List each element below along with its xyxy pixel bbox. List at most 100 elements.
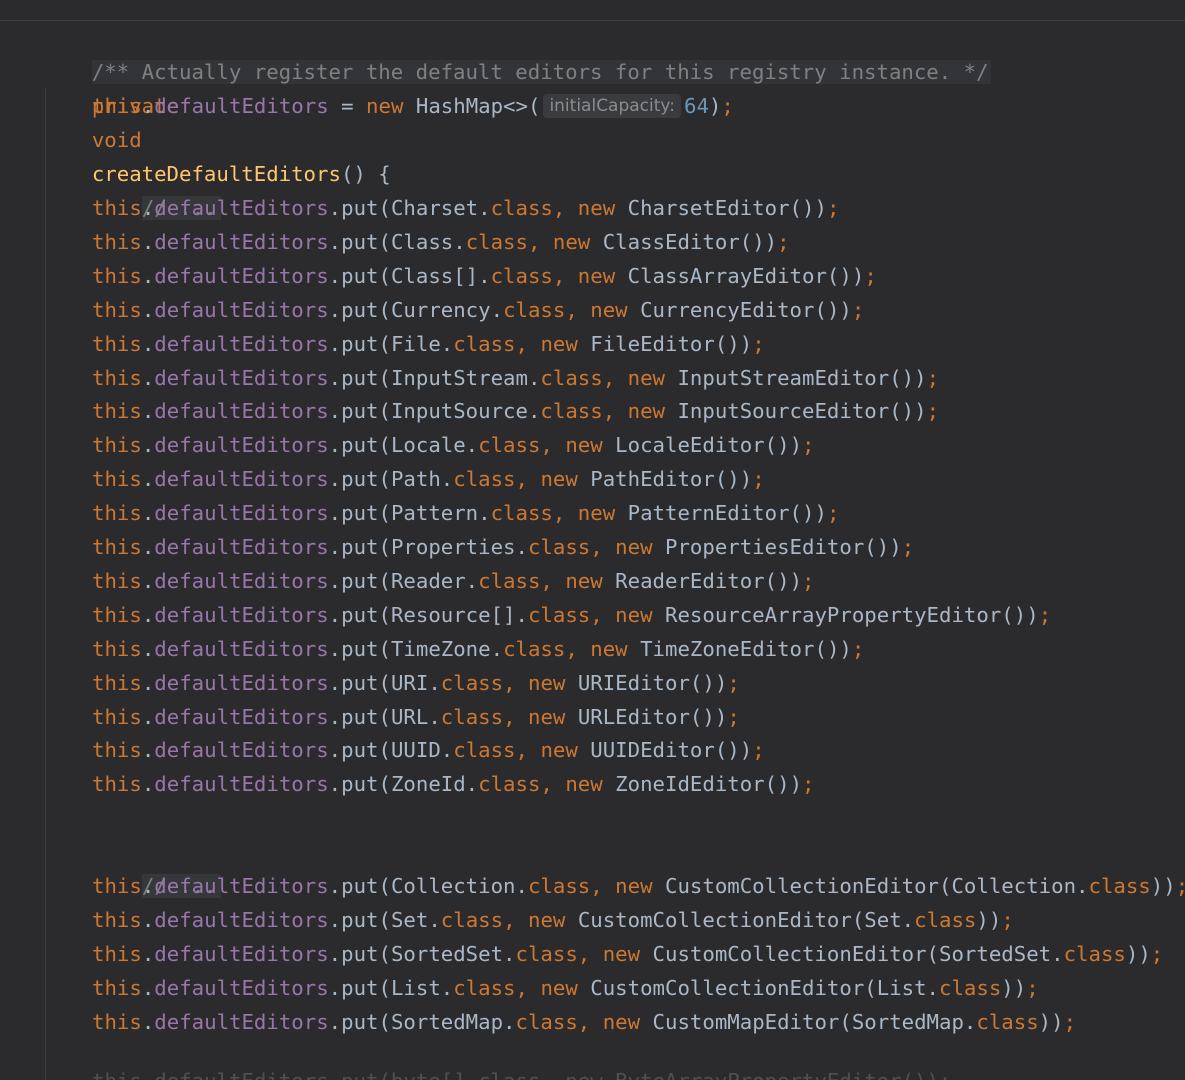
put-statement-line[interactable]: this.defaultEditors.put(Pattern.class, n… xyxy=(92,496,839,530)
comma: , xyxy=(602,365,628,390)
put-statement-line[interactable]: this.defaultEditors.put(Charset.class, n… xyxy=(92,191,839,225)
editor-constructor: LocaleEditor xyxy=(602,433,765,458)
put-call: .put( xyxy=(328,535,391,559)
put-statement-line[interactable]: this.defaultEditors.put(URI.class, new U… xyxy=(92,666,740,700)
this-keyword: this xyxy=(92,704,142,729)
editor-constructor: UUIDEditor xyxy=(577,738,715,763)
statement-end: ()); xyxy=(714,738,765,763)
put-call: .put( xyxy=(328,1009,391,1034)
comma: , xyxy=(590,602,616,627)
statement-end: )); xyxy=(1125,941,1164,966)
put-call: .put( xyxy=(328,297,391,322)
put-call: .put( xyxy=(328,501,391,526)
field-name: defaultEditors xyxy=(154,874,329,898)
this-keyword: this xyxy=(92,94,142,118)
dot: . xyxy=(141,297,155,322)
put-statement-line[interactable]: this.defaultEditors.put(Class[].class, n… xyxy=(92,259,877,293)
put-statement-line[interactable]: this.defaultEditors.put(InputStream.clas… xyxy=(92,361,939,395)
put-call: .put( xyxy=(328,738,391,763)
put-statement-line[interactable]: this.defaultEditors.put(Currency.class, … xyxy=(92,293,864,327)
put-statement-line[interactable]: this.defaultEditors.put(Properties.class… xyxy=(92,530,914,564)
this-keyword: this xyxy=(92,196,142,220)
key-type: File. xyxy=(390,331,454,356)
new-keyword: new xyxy=(565,568,603,593)
dot: . xyxy=(141,636,155,661)
put-statement-line[interactable]: this.defaultEditors.put(UUID.class, new … xyxy=(92,733,765,767)
field-name: defaultEditors xyxy=(154,941,329,966)
this-keyword: this xyxy=(92,874,142,898)
this-keyword: this xyxy=(92,331,142,356)
section-comment-2-line[interactable]: // ... xyxy=(92,835,221,898)
dot: . xyxy=(141,772,155,797)
statement-end: ()); xyxy=(789,501,840,526)
class-keyword: class xyxy=(453,738,516,763)
doc-comment-line[interactable]: /** Actually register the default editor… xyxy=(42,21,991,84)
put-statement-line[interactable]: this.defaultEditors.put(SortedMap.class,… xyxy=(92,1005,1076,1039)
class-keyword: class xyxy=(490,263,553,288)
field-name: defaultEditors xyxy=(154,501,329,526)
comma: , xyxy=(540,772,566,797)
code-editor[interactable]: /** Actually register the default editor… xyxy=(0,0,1185,1080)
dot: . xyxy=(141,1009,155,1034)
class-keyword: class xyxy=(503,297,566,322)
editor-constructor: FileEditor xyxy=(577,331,715,356)
editor-constructor: PathEditor xyxy=(577,467,715,492)
editor-constructor: ClassEditor xyxy=(590,229,740,254)
put-call: .put( xyxy=(328,568,391,593)
put-statement-line[interactable]: this.defaultEditors.put(InputSource.clas… xyxy=(92,394,939,428)
key-type: Properties. xyxy=(390,535,528,559)
comma: , xyxy=(577,941,603,966)
field-name: defaultEditors xyxy=(154,907,329,932)
indent-guide xyxy=(45,88,46,1080)
put-statement-line[interactable]: this.defaultEditors.put(Class.class, new… xyxy=(92,225,790,259)
key-type: InputSource. xyxy=(390,399,541,424)
put-statement-line[interactable]: this.defaultEditors.put(Path.class, new … xyxy=(92,462,765,496)
comma: , xyxy=(552,263,578,288)
this-keyword: this xyxy=(92,568,142,593)
dot: . xyxy=(141,535,155,559)
clipped-code-line[interactable]: this.defaultEditors.put(byte[].class, ne… xyxy=(92,1064,951,1080)
statement-end: ()); xyxy=(714,467,765,492)
put-statement-line[interactable]: this.defaultEditors.put(List.class, new … xyxy=(92,971,1039,1005)
put-statement-line[interactable]: this.defaultEditors.put(ZoneId.class, ne… xyxy=(92,767,815,801)
put-call: .put( xyxy=(328,636,391,661)
comma: , xyxy=(515,467,541,492)
class-keyword: class xyxy=(440,670,504,695)
method-declaration-line[interactable]: private void createDefaultEditors() { xyxy=(42,55,391,186)
class-keyword: class xyxy=(478,433,541,458)
new-keyword: new xyxy=(540,331,578,356)
field-name: defaultEditors xyxy=(154,433,329,458)
class-keyword: class xyxy=(478,772,541,797)
put-statement-line[interactable]: this.defaultEditors.put(Set.class, new C… xyxy=(92,903,1014,937)
field-name: defaultEditors xyxy=(154,263,329,288)
editor-constructor: CustomCollectionEditor( xyxy=(640,941,940,966)
statement-end: ()); xyxy=(1001,602,1052,627)
put-statement-line[interactable]: this.defaultEditors.put(Collection.class… xyxy=(92,869,1185,903)
class-keyword: class xyxy=(465,229,528,254)
class-keyword: class xyxy=(527,602,591,627)
this-keyword: this xyxy=(92,1009,142,1034)
class-keyword: class xyxy=(914,907,977,932)
put-statement-line[interactable]: this.defaultEditors.put(TimeZone.class, … xyxy=(92,632,864,666)
put-statement-line[interactable]: this.defaultEditors.put(SortedSet.class,… xyxy=(92,937,1163,971)
section-comment-1-line[interactable]: // ... xyxy=(92,157,221,220)
editor-constructor: CustomMapEditor( xyxy=(640,1009,852,1034)
put-call: .put( xyxy=(328,975,391,1000)
statement-end: ()); xyxy=(764,772,815,797)
key-type: Set. xyxy=(390,907,441,932)
field-name: defaultEditors xyxy=(154,467,329,492)
this-keyword: this xyxy=(92,975,142,1000)
put-statement-line[interactable]: this.defaultEditors.put(URL.class, new U… xyxy=(92,700,740,734)
editor-constructor: CurrencyEditor xyxy=(627,297,815,322)
this-keyword: this xyxy=(92,501,142,526)
dot: . xyxy=(141,365,155,390)
put-statement-line[interactable]: this.defaultEditors.put(File.class, new … xyxy=(92,327,765,361)
class-keyword: class xyxy=(540,399,603,424)
put-statement-line[interactable]: this.defaultEditors.put(Reader.class, ne… xyxy=(92,564,815,598)
statement-end: ()); xyxy=(889,399,940,424)
put-statement-line[interactable]: this.defaultEditors.put(Resource[].class… xyxy=(92,598,1051,632)
field-name: defaultEditors xyxy=(154,94,329,118)
key-type: InputStream. xyxy=(390,365,541,390)
init-line[interactable]: this.defaultEditors = new HashMap<>(init… xyxy=(92,89,734,123)
put-statement-line[interactable]: this.defaultEditors.put(Locale.class, ne… xyxy=(92,428,815,462)
